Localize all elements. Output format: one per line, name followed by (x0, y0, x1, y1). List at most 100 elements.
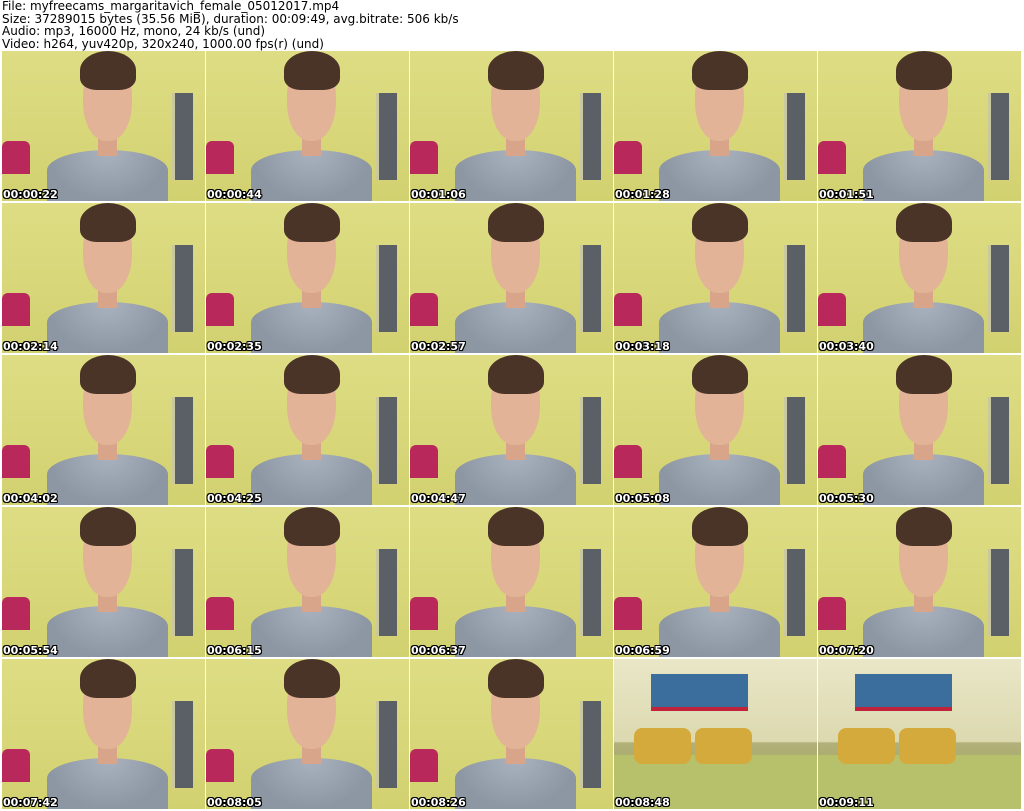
person-figure (658, 507, 781, 657)
person-figure (862, 51, 985, 201)
person-figure (454, 203, 577, 353)
pillow (634, 728, 692, 764)
door (375, 245, 397, 332)
video-thumbnail: 00:07:42 (2, 659, 205, 809)
door (171, 245, 193, 332)
video-thumbnail: 00:01:06 (410, 51, 613, 201)
thumbnail-timestamp: 00:06:15 (207, 644, 262, 657)
thumbnail-timestamp: 00:03:40 (819, 340, 874, 353)
thumbnail-timestamp: 00:04:25 (207, 492, 262, 505)
person-figure (250, 659, 373, 809)
door (579, 93, 601, 180)
wall-poster (854, 674, 952, 711)
video-thumbnail: 00:05:08 (614, 355, 817, 505)
thumbnail-timestamp: 00:07:20 (819, 644, 874, 657)
door (375, 93, 397, 180)
door (375, 701, 397, 788)
person-figure (658, 203, 781, 353)
door (783, 549, 805, 636)
background-object (818, 597, 847, 630)
background-object (614, 597, 643, 630)
video-thumbnail: 00:01:28 (614, 51, 817, 201)
thumbnail-timestamp: 00:01:06 (411, 188, 466, 201)
background-object (614, 293, 643, 326)
person-figure (454, 507, 577, 657)
thumbnail-timestamp: 00:09:11 (819, 796, 874, 809)
thumbnail-timestamp: 00:06:37 (411, 644, 466, 657)
thumbnail-timestamp: 00:05:08 (615, 492, 670, 505)
thumbnail-timestamp: 00:01:28 (615, 188, 670, 201)
door (171, 701, 193, 788)
door (375, 397, 397, 484)
background-object (206, 293, 235, 326)
background-object (2, 445, 31, 478)
door (579, 245, 601, 332)
background-object (410, 141, 439, 174)
door (987, 93, 1009, 180)
background-object (818, 141, 847, 174)
person-figure (250, 507, 373, 657)
door (987, 397, 1009, 484)
door (987, 549, 1009, 636)
door (579, 549, 601, 636)
video-thumbnail: 00:00:44 (206, 51, 409, 201)
person-figure (46, 203, 169, 353)
video-thumbnail: 00:02:57 (410, 203, 613, 353)
video-thumbnail: 00:08:05 (206, 659, 409, 809)
door (171, 93, 193, 180)
thumbnail-timestamp: 00:08:26 (411, 796, 466, 809)
thumbnail-timestamp: 00:03:18 (615, 340, 670, 353)
video-thumbnail: 00:06:37 (410, 507, 613, 657)
background-object (614, 445, 643, 478)
door (783, 93, 805, 180)
pillow (838, 728, 896, 764)
person-figure (46, 355, 169, 505)
background-object (206, 445, 235, 478)
thumbnail-timestamp: 00:05:30 (819, 492, 874, 505)
door (987, 245, 1009, 332)
video-thumbnail: 00:04:47 (410, 355, 613, 505)
video-thumbnail: 00:08:26 (410, 659, 613, 809)
thumbnail-timestamp: 00:02:35 (207, 340, 262, 353)
file-name-line: File: myfreecams_margaritavich_female_05… (2, 0, 340, 13)
thumbnail-timestamp: 00:04:02 (3, 492, 58, 505)
thumbnail-timestamp: 00:04:47 (411, 492, 466, 505)
person-figure (250, 203, 373, 353)
video-thumbnail: 00:02:14 (2, 203, 205, 353)
thumbnail-grid: 00:00:22 00:00:44 00:01:06 00:01:28 00:01:51… (2, 51, 1024, 811)
video-thumbnail: 00:03:40 (818, 203, 1021, 353)
background-object (2, 749, 31, 782)
door (171, 549, 193, 636)
background-object (2, 141, 31, 174)
pillow (695, 728, 753, 764)
video-thumbnail: 00:07:20 (818, 507, 1021, 657)
person-figure (454, 355, 577, 505)
video-thumbnail: 00:00:22 (2, 51, 205, 201)
video-thumbnail: 00:08:48 (614, 659, 817, 809)
door (579, 701, 601, 788)
video-thumbnail: 00:09:11 (818, 659, 1021, 809)
video-thumbnail: 00:03:18 (614, 203, 817, 353)
background-object (206, 597, 235, 630)
background-object (410, 445, 439, 478)
video-thumbnail: 00:04:25 (206, 355, 409, 505)
thumbnail-timestamp: 00:08:48 (615, 796, 670, 809)
video-info-line: Video: h264, yuv420p, 320x240, 1000.00 f… (2, 36, 324, 51)
person-figure (250, 355, 373, 505)
door (783, 397, 805, 484)
video-thumbnail: 00:04:02 (2, 355, 205, 505)
door (579, 397, 601, 484)
person-figure (46, 507, 169, 657)
background-object (410, 597, 439, 630)
video-thumbnail: 00:05:54 (2, 507, 205, 657)
file-info-header: File: myfreecams_margaritavich_female_05… (2, 0, 1022, 50)
person-figure (454, 51, 577, 201)
door (375, 549, 397, 636)
video-thumbnail: 00:06:15 (206, 507, 409, 657)
thumbnail-timestamp: 00:08:05 (207, 796, 262, 809)
background-object (206, 141, 235, 174)
thumbnail-timestamp: 00:00:22 (3, 188, 58, 201)
thumbnail-timestamp: 00:00:44 (207, 188, 262, 201)
background-object (2, 293, 31, 326)
person-figure (46, 659, 169, 809)
